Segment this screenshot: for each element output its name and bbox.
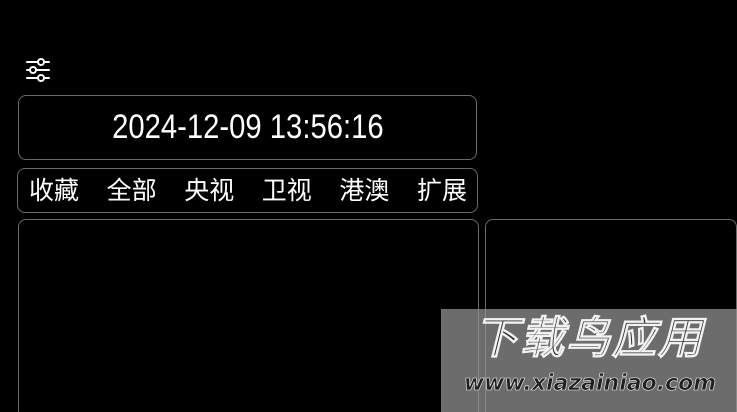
watermark-url: www.xiazainiao.com xyxy=(463,371,717,397)
watermark-title: 下载鸟应用 xyxy=(474,313,704,364)
datetime-display: 2024-12-09 13:56:16 xyxy=(111,108,384,146)
clock-panel: 2024-12-09 13:56:16 xyxy=(18,95,477,160)
sliders-icon[interactable] xyxy=(24,56,52,84)
channel-list-panel[interactable] xyxy=(18,219,479,412)
app-screen: 2024-12-09 13:56:16 收藏 全部 央视 卫视 港澳 扩展 下载… xyxy=(0,0,737,412)
category-tabs: 收藏 全部 央视 卫视 港澳 扩展 xyxy=(17,168,478,213)
tab-all[interactable]: 全部 xyxy=(107,178,157,203)
watermark: 下载鸟应用 www.xiazainiao.com xyxy=(441,309,737,412)
tab-extended[interactable]: 扩展 xyxy=(417,178,467,203)
tab-hk-macau[interactable]: 港澳 xyxy=(339,178,389,203)
tab-favorites[interactable]: 收藏 xyxy=(29,178,79,203)
tab-satellite[interactable]: 卫视 xyxy=(262,178,312,203)
tab-cctv[interactable]: 央视 xyxy=(184,178,234,203)
